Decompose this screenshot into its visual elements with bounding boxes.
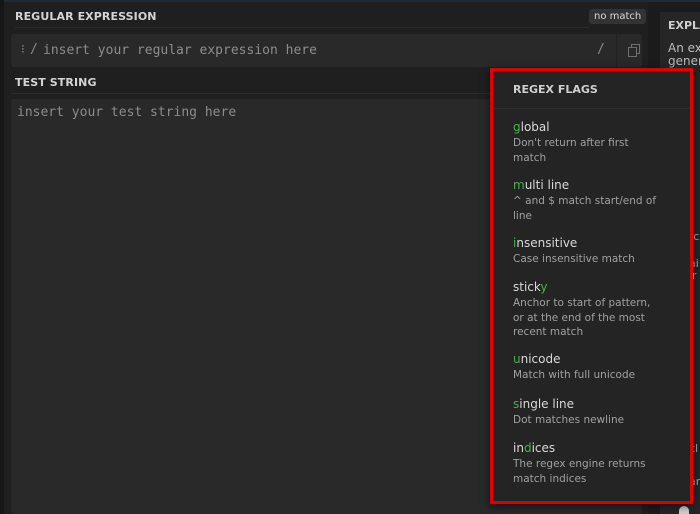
explanation-text: An ex gener bbox=[668, 42, 700, 68]
test-string-label: TEST STRING bbox=[15, 76, 97, 89]
flag-description: ^ and $ match start/end of line bbox=[513, 195, 657, 222]
match-status-badge: no match bbox=[589, 9, 647, 24]
regex-flags-delimiter[interactable]: / bbox=[597, 42, 605, 57]
flag-insensitive[interactable]: insensitive Case insensitive match bbox=[513, 236, 663, 267]
flag-name: indices bbox=[513, 441, 556, 455]
flag-name: multi line bbox=[513, 178, 570, 192]
flag-name: global bbox=[513, 120, 550, 134]
copy-separator bbox=[616, 34, 617, 67]
flag-description: The regex engine returns match indices bbox=[513, 458, 646, 485]
flag-unicode[interactable]: unicode Match with full unicode bbox=[513, 352, 663, 383]
regex-open-delimiter: / bbox=[30, 42, 38, 57]
regex-input[interactable] bbox=[43, 40, 573, 60]
explanation-title: EXPLANATION bbox=[668, 19, 700, 32]
flag-description: Don't return after first match bbox=[513, 137, 629, 164]
regex-label: REGULAR EXPRESSION bbox=[15, 10, 157, 23]
regex-label-divider bbox=[15, 27, 589, 28]
explanation-line: gener bbox=[668, 54, 700, 68]
flag-sticky[interactable]: sticky Anchor to start of pattern, or at… bbox=[513, 280, 663, 340]
flag-name: sticky bbox=[513, 280, 548, 294]
regex-flags-menu: REGEX FLAGS global Don't return after fi… bbox=[490, 68, 693, 504]
flag-description: Dot matches newline bbox=[513, 414, 625, 426]
flag-description: Case insensitive match bbox=[513, 253, 635, 265]
flag-description: Anchor to start of pattern, or at the en… bbox=[513, 297, 651, 338]
flags-menu-title: REGEX FLAGS bbox=[513, 83, 598, 96]
user-icon[interactable] bbox=[679, 506, 689, 514]
flag-multiline[interactable]: multi line ^ and $ match start/end of li… bbox=[513, 178, 663, 223]
flag-single-line[interactable]: single line Dot matches newline bbox=[513, 397, 663, 428]
flag-description: Match with full unicode bbox=[513, 369, 636, 381]
test-string-input[interactable] bbox=[17, 105, 487, 505]
flag-global[interactable]: global Don't return after first match bbox=[513, 120, 663, 165]
flag-indices[interactable]: indices The regex engine returns match i… bbox=[513, 441, 663, 486]
flag-name: unicode bbox=[513, 352, 561, 366]
regex-input-box: ⁝ / / bbox=[11, 34, 642, 67]
flags-menu-divider bbox=[493, 108, 690, 109]
flags-menu-icon[interactable]: ⁝ bbox=[21, 42, 25, 56]
flag-name: single line bbox=[513, 397, 575, 411]
copy-icon[interactable] bbox=[628, 44, 640, 57]
flag-name: insensitive bbox=[513, 236, 578, 250]
